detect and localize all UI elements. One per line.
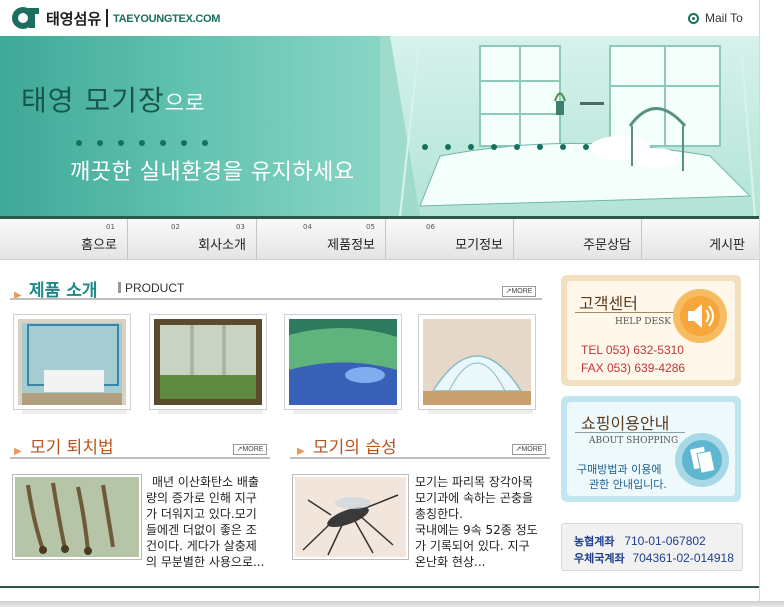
mosquito-net-room-image: [18, 319, 126, 405]
article2-arrow-icon: ▶: [297, 446, 305, 457]
nav-label: 제품정보: [327, 238, 375, 253]
green-blue-net-image: [289, 319, 397, 405]
article-line: 모기과에 속하는 곤충을: [415, 491, 534, 505]
mosquito-image: [295, 477, 406, 557]
help-desk-fax: FAX 053) 639-4286: [581, 361, 686, 375]
article1-rule: [10, 457, 270, 459]
nav-label: 모기정보: [455, 238, 503, 253]
account-label-1: 농협계좌: [574, 535, 615, 548]
article-line: 온난화 현상...: [415, 555, 486, 569]
dome-net-image: [423, 319, 531, 405]
footer-divider: [0, 586, 759, 588]
article-line: 가 더워지고 있다.모기: [146, 507, 257, 521]
article-line: 의 무분별한 사용으로...: [146, 555, 265, 569]
nav-label: 회사소개: [198, 238, 246, 253]
nav-item-mosquito-info[interactable]: 04 모기정보: [303, 219, 514, 259]
nav-number: 03: [236, 223, 245, 231]
bank-accounts-panel: 농협계좌 710-01-067802 우체국계좌 704361-02-01491…: [561, 523, 743, 571]
product-thumbnail-4[interactable]: [418, 314, 536, 410]
article1-title[interactable]: 모기 퇴치법: [30, 433, 114, 458]
article-line: 들에겐 더없이 좋은 조: [146, 523, 257, 537]
article-line: 가 기록되어 있다. 지구: [415, 539, 530, 553]
shopping-guide-panel[interactable]: 쇼핑이용안내 ABOUT SHOPPING 구매방법과 이용에 관한 안내입니다…: [561, 396, 741, 502]
mail-to-label: Mail To: [705, 11, 743, 25]
article-line: 국내에는 9속 52종 정도: [415, 523, 538, 537]
logo-divider: [106, 9, 108, 27]
hero-title-main: 태영 모기장: [21, 84, 165, 117]
more-label: MORE: [511, 288, 533, 295]
document-icon: [675, 433, 729, 487]
article2-image[interactable]: [292, 474, 409, 560]
product-thumbnail-1[interactable]: [13, 314, 131, 410]
nav-number: 04: [303, 223, 312, 231]
window-screen-image: [154, 319, 262, 405]
hero-title-suffix: 으로: [164, 91, 206, 115]
mosquito-larvae-image: [15, 477, 139, 557]
article2-more-button[interactable]: ↗MORE: [512, 444, 546, 455]
article-line: 건이다. 게다가 살충제: [146, 539, 257, 553]
logo-mark-icon[interactable]: [11, 5, 41, 31]
article1-arrow-icon: ▶: [14, 446, 22, 457]
account-label-2: 우체국계좌: [574, 552, 625, 565]
more-label: MORE: [521, 446, 543, 453]
help-desk-title-en: HELP DESK: [615, 317, 671, 327]
article-line: 량의 증가로 인해 지구: [146, 491, 257, 505]
main-nav: 01 홈으로 02 회사소개 03 제품정보 04 모기정보 05 주문상담 0…: [0, 219, 759, 260]
article-line: 총칭한다.: [415, 507, 463, 521]
nav-label: 홈으로: [81, 238, 117, 253]
product-thumbnail-2[interactable]: [149, 314, 267, 410]
speaker-icon: [673, 289, 727, 343]
account-row-2: 우체국계좌 704361-02-014918: [574, 550, 734, 566]
product-more-button[interactable]: ↗MORE: [502, 286, 536, 297]
horizontal-scrollbar[interactable]: [0, 601, 784, 607]
article1-text[interactable]: 매년 이산화탄소 배출 량의 증가로 인해 지구 가 더워지고 있다.모기 들에…: [146, 474, 272, 570]
shopping-line-2: 관한 안내입니다.: [589, 478, 667, 491]
hero-banner: 태영 모기장으로 깨끗한 실내환경을 유지하세요: [0, 36, 759, 216]
article2-title[interactable]: 모기의 습성: [313, 433, 397, 458]
article1-more-button[interactable]: ↗MORE: [233, 444, 267, 455]
shopping-line-1: 구매방법과 이용에: [577, 463, 662, 476]
nav-item-home[interactable]: 01 홈으로: [0, 219, 128, 259]
more-label: MORE: [242, 446, 264, 453]
nav-number: 06: [426, 223, 435, 231]
hero-title: 태영 모기장으로: [21, 79, 205, 119]
nav-item-board[interactable]: 06 게시판: [426, 219, 759, 259]
nav-number: 02: [171, 223, 180, 231]
product-thumbnail-3[interactable]: [284, 314, 402, 410]
product-title-en: PRODUCT: [118, 281, 184, 295]
nav-number: 05: [366, 223, 375, 231]
nav-number: 01: [106, 223, 115, 231]
help-desk-panel[interactable]: 고객센터 HELP DESK TEL 053) 632-5310 FAX 053…: [561, 275, 741, 386]
bullet-ring-icon: [688, 12, 699, 24]
help-desk-rule: [575, 312, 675, 313]
article-line: 모기는 파리목 장각아목: [415, 475, 534, 489]
decorative-dots-right: [422, 144, 589, 150]
article2-rule: [290, 457, 550, 459]
bedroom-image: [380, 36, 759, 216]
shopping-title: 쇼핑이용안내: [581, 414, 670, 433]
logo-text[interactable]: 태영섬유: [46, 8, 101, 29]
mail-to-link[interactable]: Mail To: [688, 11, 743, 25]
account-number-2: 704361-02-014918: [632, 551, 734, 565]
logo-domain: TAEYOUNGTEX.COM: [113, 13, 221, 25]
account-number-1: 710-01-067802: [624, 534, 706, 548]
nav-label: 게시판: [709, 238, 745, 253]
article-line: 매년 이산화탄소 배출: [152, 475, 259, 489]
help-desk-tel: TEL 053) 632-5310: [581, 343, 684, 357]
product-rule: [10, 298, 542, 300]
hero-subtitle: 깨끗한 실내환경을 유지하세요: [70, 160, 355, 185]
nav-label: 주문상담: [583, 238, 631, 253]
help-desk-title: 고객센터: [579, 294, 638, 313]
account-row-1: 농협계좌 710-01-067802: [574, 533, 706, 549]
nav-item-order[interactable]: 05 주문상담: [366, 219, 642, 259]
article2-text[interactable]: 모기는 파리목 장각아목 모기과에 속하는 곤충을 총칭한다. 국내에는 9속 …: [415, 474, 545, 570]
shopping-title-en: ABOUT SHOPPING: [589, 436, 679, 446]
page-right-edge: [759, 0, 784, 607]
shopping-rule: [575, 432, 685, 433]
decorative-dots-left: [76, 140, 208, 146]
article1-image[interactable]: [12, 474, 142, 560]
product-title-en-text: PRODUCT: [125, 281, 185, 295]
